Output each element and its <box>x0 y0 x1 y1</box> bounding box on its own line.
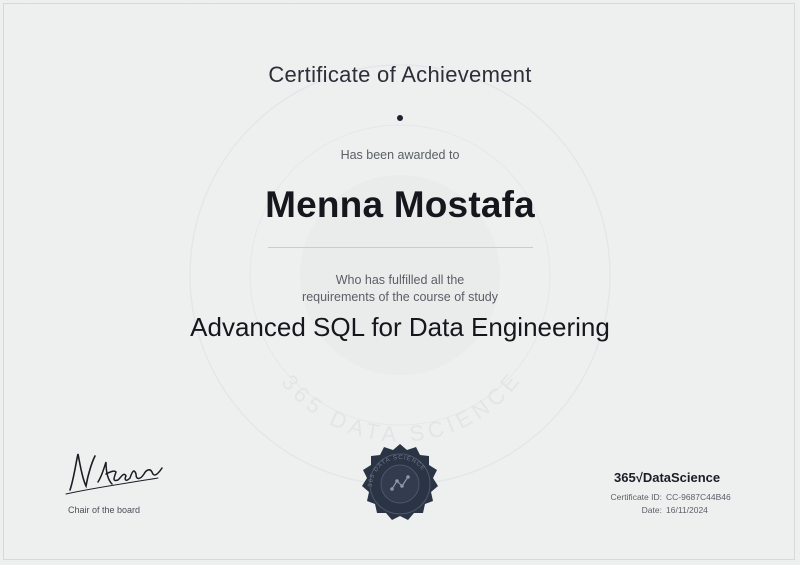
seal-badge: 365 DATA SCIENCE <box>362 444 438 520</box>
certificate-meta: Certificate ID: CC-9687C44B46 Date: 16/1… <box>596 491 731 517</box>
certificate-page: 365 DATA SCIENCE 365 DATA SCIENCE Certif… <box>0 0 800 565</box>
course-title: Advanced SQL for Data Engineering <box>190 312 610 342</box>
awarded-text: Has been awarded to <box>340 148 460 162</box>
certificate-id-row: Certificate ID: CC-9687C44B46 <box>596 491 731 504</box>
fulfilled-line-2: requirements of the course of study <box>302 290 498 304</box>
watermark-text-bottom: 365 DATA SCIENCE <box>277 366 527 447</box>
brand-logo: 365√DataScience <box>614 470 721 485</box>
certificate-date-value: 16/11/2024 <box>666 505 708 515</box>
fulfilled-text: Who has fulfilled all the requirements o… <box>0 272 800 306</box>
name-underline <box>268 247 533 248</box>
recipient-name: Menna Mostafa <box>265 184 535 225</box>
signature-image <box>65 453 163 495</box>
certificate-date-row: Date: 16/11/2024 <box>596 504 731 517</box>
certificate-date-label: Date: <box>641 505 662 515</box>
certificate-id-label: Certificate ID: <box>610 492 663 502</box>
certificate-id-value: CC-9687C44B46 <box>666 492 731 502</box>
fulfilled-line-1: Who has fulfilled all the <box>335 273 465 287</box>
divider-dot <box>397 115 403 121</box>
certificate-title: Certificate of Achievement <box>268 62 532 87</box>
watermark-text-top: 365 DATA SCIENCE <box>0 0 333 6</box>
signature-role: Chair of the board <box>68 505 141 515</box>
